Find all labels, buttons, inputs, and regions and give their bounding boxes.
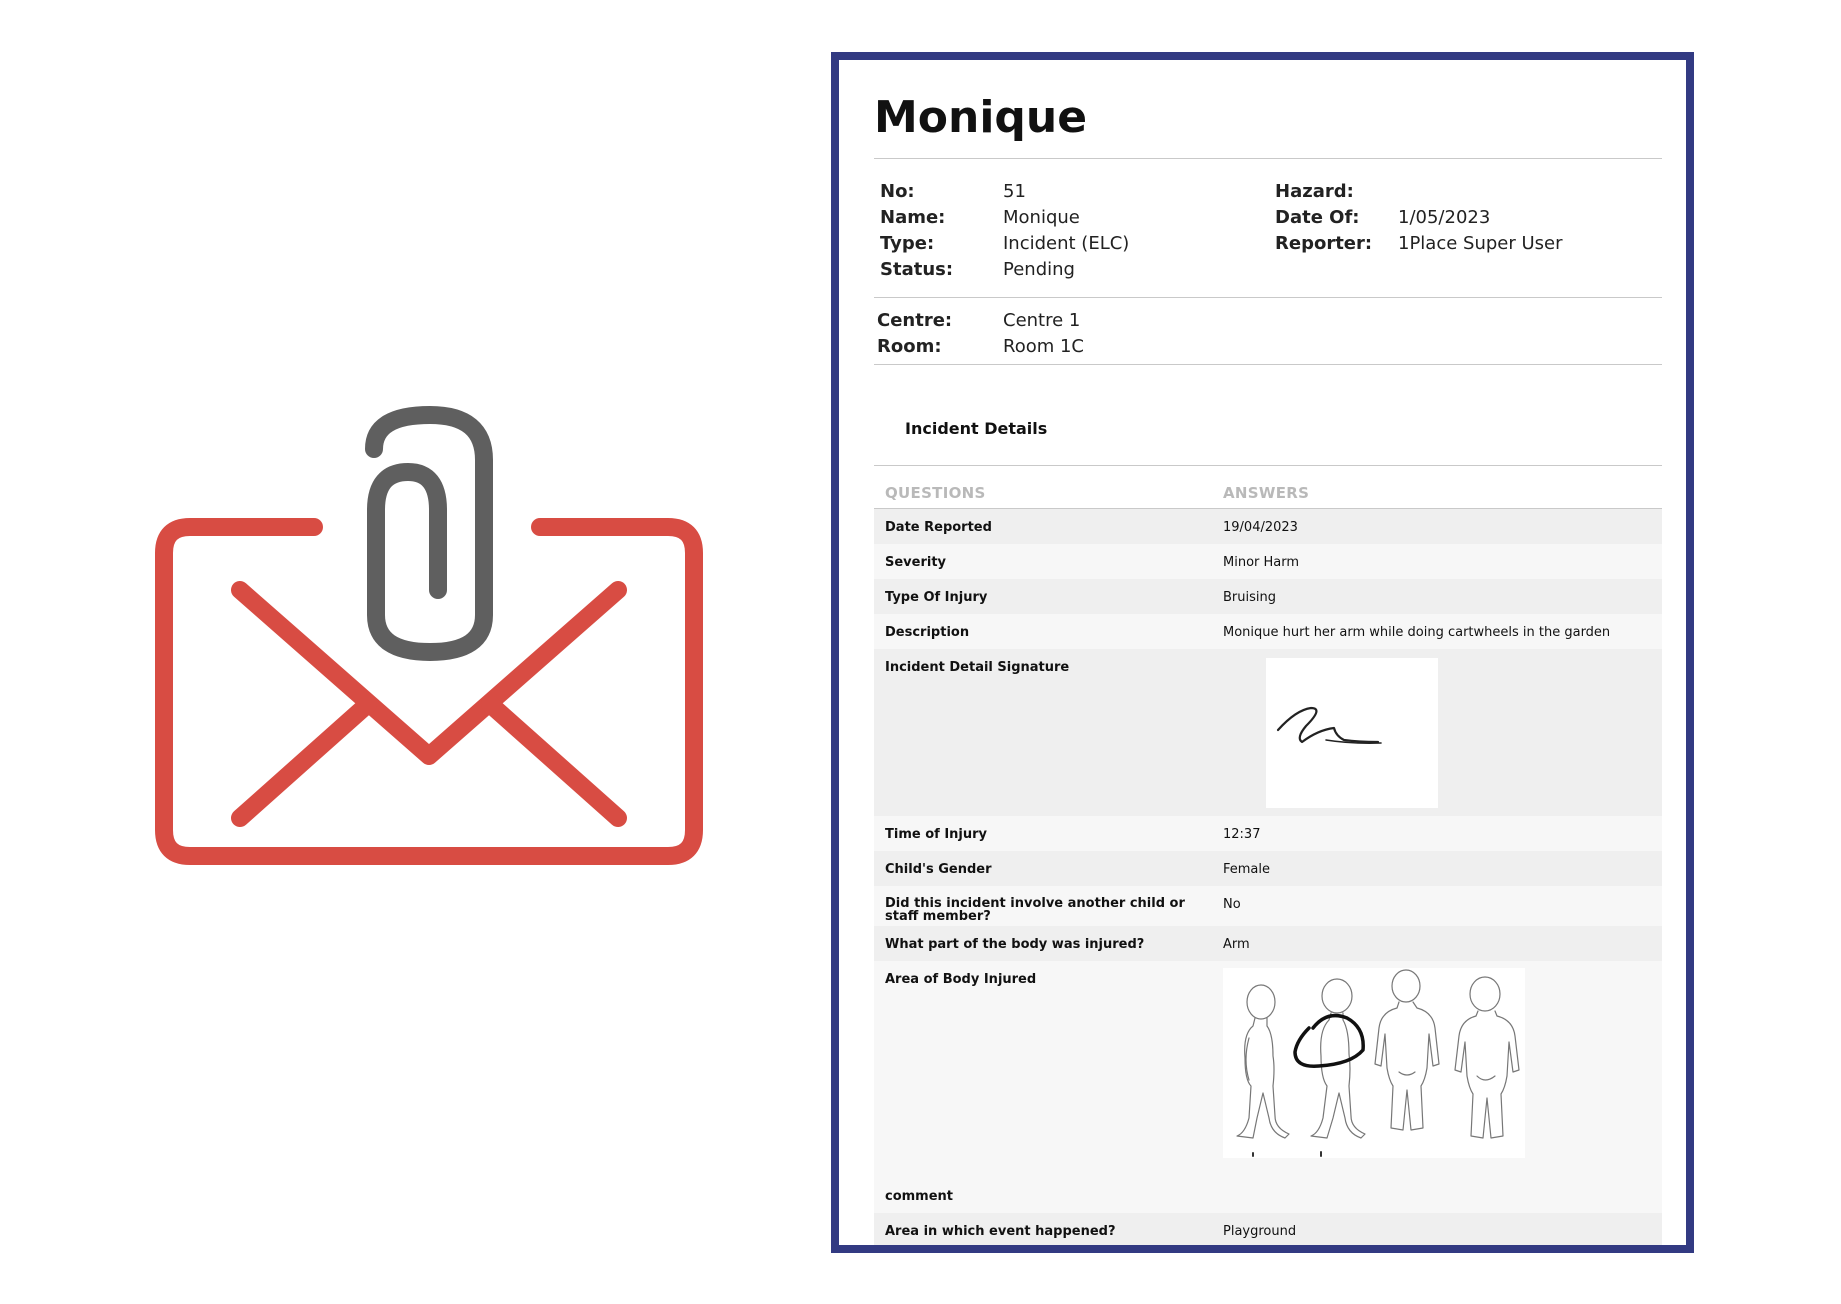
body-diagram-image [1223, 968, 1525, 1158]
body-figure-side-right [1310, 978, 1366, 1139]
table-row: Did this incident involve another child … [874, 886, 1662, 926]
table-row: Severity Minor Harm [874, 544, 1662, 579]
section-title: Incident Details [905, 419, 1048, 438]
body-figure-back [1374, 969, 1440, 1131]
column-header-answers: ANSWERS [1212, 466, 1662, 509]
table-row: Incident Detail Signature [874, 649, 1662, 816]
table-row: Date Reported 19/04/2023 [874, 508, 1662, 544]
table-row: comment [874, 1178, 1662, 1213]
table-row: What part of the body was injured? Arm [874, 926, 1662, 961]
paperclip-icon [365, 406, 493, 661]
questions-table: QUESTIONS ANSWERS Date Reported 19/04/20… [874, 466, 1662, 1245]
table-row: Time of Injury 12:37 [874, 816, 1662, 851]
column-header-questions: QUESTIONS [874, 466, 1212, 509]
report-title: Monique [874, 92, 1088, 143]
report-meta: No: 51 Name: Monique Type: Incident (ELC… [880, 181, 1563, 280]
envelope-attachment-icon [150, 400, 710, 920]
incident-report-document: Monique No: 51 Name: Monique Type: Incid… [831, 52, 1694, 1253]
table-row: Child's Gender Female [874, 851, 1662, 886]
table-row: Description Monique hurt her arm while d… [874, 614, 1662, 649]
report-location: Centre: Centre 1 Room: Room 1C [877, 310, 1084, 357]
table-row: Area in which event happened? Playground [874, 1213, 1662, 1245]
signature-image [1266, 658, 1438, 808]
table-row: Type Of Injury Bruising [874, 579, 1662, 614]
envelope-left-fold [231, 695, 377, 827]
injury-marking [1293, 1013, 1365, 1068]
table-row: Area of Body Injured [874, 961, 1662, 1178]
body-figure-side-left [1236, 984, 1290, 1139]
envelope-right-fold [481, 695, 627, 827]
envelope-flap [231, 581, 627, 765]
body-figure-front [1454, 976, 1520, 1139]
